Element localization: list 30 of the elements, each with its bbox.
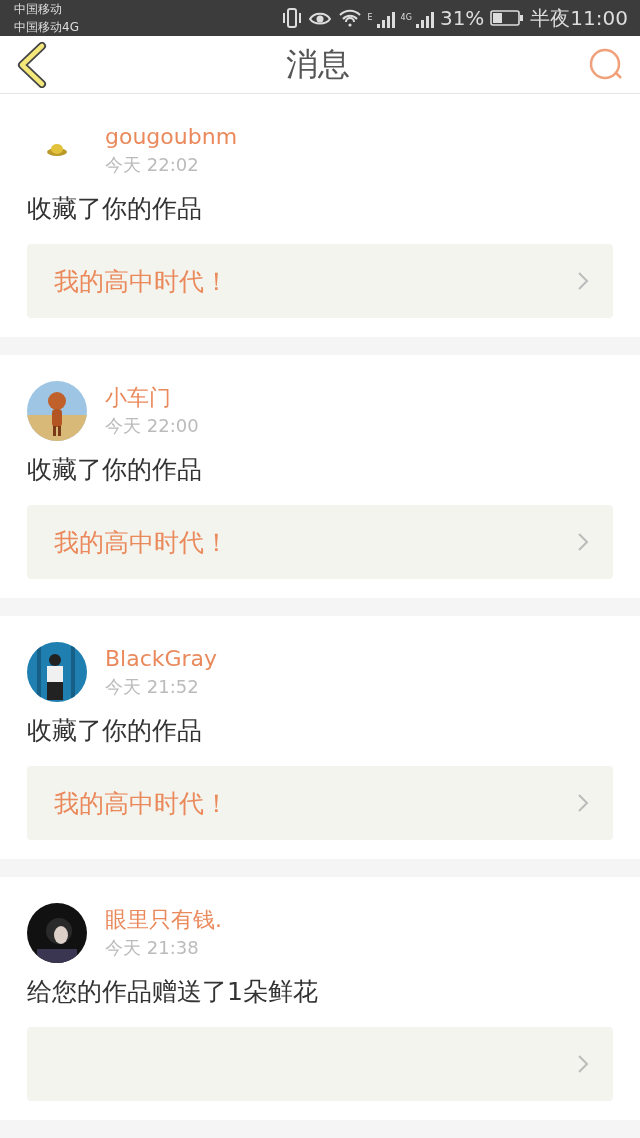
chevron-right-icon [577,532,589,552]
message-time: 今天 22:02 [105,153,200,177]
back-button[interactable] [16,41,48,88]
user-name[interactable]: 眼里只有钱. [105,905,222,935]
user-name[interactable]: BlackGray [105,644,218,674]
work-link[interactable]: 我的高中时代！ [27,766,613,840]
network-type: E [367,12,373,22]
chevron-right-icon [577,271,589,291]
carrier-name: 中国移动4G [14,19,80,36]
user-name[interactable]: 小车门 [105,383,199,413]
wifi-icon [337,9,362,27]
battery-icon [490,9,525,27]
message-text: 收藏了你的作品 [27,455,203,485]
network-type: 4G [400,12,412,22]
user-name[interactable]: gougoubnm [105,122,238,152]
message-text: 收藏了你的作品 [27,716,203,746]
clock: 半夜11:00 [530,4,628,32]
vibrate-icon [281,7,302,29]
message-time: 今天 21:52 [105,675,200,699]
chevron-right-icon [577,1054,589,1074]
message-text: 给您的作品赠送了1朵鲜花 [27,977,319,1007]
message-time: 今天 22:00 [105,414,199,438]
message-time: 今天 21:38 [105,936,200,960]
page-title: 消息 [286,43,350,85]
battery-percent: 31% [439,6,485,30]
work-link[interactable]: 我的高中时代！ [27,505,613,579]
carrier-name: 中国移动 [14,1,63,18]
message-text: 收藏了你的作品 [27,194,203,224]
chevron-right-icon [577,793,589,813]
work-link[interactable]: 我的高中时代！ [27,244,613,318]
